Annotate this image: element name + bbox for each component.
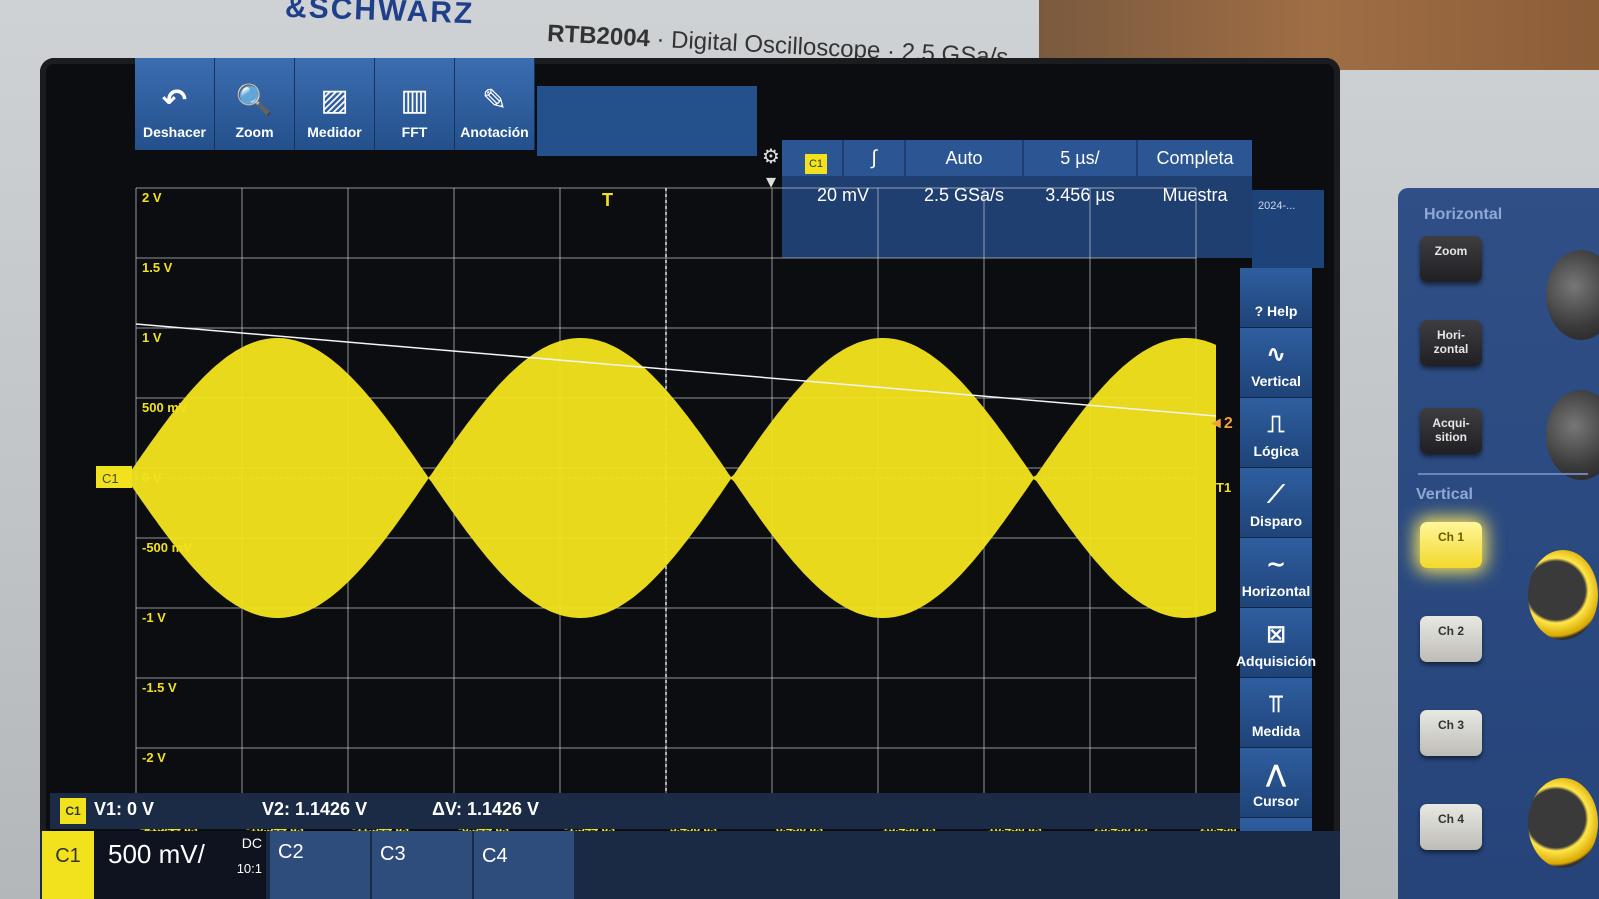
y-axis-label: -500 mV: [142, 540, 192, 555]
trigger-button[interactable]: ⟋ Disparo: [1240, 468, 1312, 538]
y-axis-label: 1 V: [142, 330, 162, 345]
display-screen: ↶ Deshacer 🔍 Zoom ▨ Medidor ▥ FFT ✎ Anotación…: [40, 58, 1340, 899]
cursor-1-marker: T1: [1216, 480, 1231, 495]
annotation-button[interactable]: ✎ Anotación: [455, 58, 535, 150]
acquisition-hw-button[interactable]: Acqui- sition: [1420, 408, 1482, 454]
channel-tabs-row: C1 500 mV/ DC 10:1 C2 C3 C4: [40, 831, 1340, 899]
logic-label: Lógica: [1253, 443, 1299, 459]
waveform-plot[interactable]: 2 V 1.5 V 1 V 500 mV 0 V -500 mV -1 V -1.5 V -2 …: [96, 178, 1236, 838]
logic-button[interactable]: ⎍ Lógica: [1240, 398, 1312, 468]
zoom-hw-button[interactable]: Zoom: [1420, 236, 1482, 282]
meter-label: Medidor: [307, 124, 362, 140]
zoom-icon: 🔍: [235, 84, 274, 117]
horizontal-icon: ∼: [1265, 551, 1287, 578]
help-label: ? Help: [1254, 303, 1298, 319]
channel-1-tab[interactable]: C1: [42, 831, 94, 899]
y-axis-label: -1.5 V: [142, 680, 177, 695]
trigger-slope[interactable]: ∫: [844, 140, 904, 176]
help-button[interactable]: ? Help: [1240, 268, 1312, 328]
ch3-hw-button[interactable]: Ch 3: [1420, 710, 1482, 756]
bottom-status-bar: C1 V1: 0 V V2: 1.1426 V ΔV: 1.1426 V C1 …: [40, 793, 1340, 899]
undo-label: Deshacer: [142, 124, 207, 140]
channel-1-coupling: DC: [241, 835, 262, 851]
y-axis-label: -2 V: [142, 750, 166, 765]
cursor-readout-row: C1 V1: 0 V V2: 1.1426 V ΔV: 1.1426 V: [50, 793, 1240, 829]
trigger-mode[interactable]: Auto: [906, 140, 1022, 176]
fft-icon: ▥: [400, 84, 429, 117]
trigger-position-marker: T: [602, 190, 613, 210]
time-scale[interactable]: 5 µs/: [1024, 140, 1136, 176]
cursor-v2-readout: V2: 1.1426 V: [262, 799, 368, 819]
position-knob[interactable]: [1546, 250, 1599, 340]
measure-label: Medida: [1251, 723, 1301, 739]
hardware-control-panel: Horizontal Zoom Hori- zontal Acqui- siti…: [1398, 188, 1599, 899]
cursor-v1-readout: V1: 0 V: [94, 799, 155, 819]
horizontal-label: Horizontal: [1241, 583, 1311, 599]
horizontal-hw-button[interactable]: Hori- zontal: [1420, 320, 1482, 366]
cursor-2-marker: ◄2: [1208, 415, 1233, 432]
y-axis-label: 2 V: [142, 190, 162, 205]
trigger-source-tag: C1: [805, 154, 827, 174]
cursor-delta-readout: ΔV: 1.1426 V: [432, 799, 540, 819]
trigger-label: Disparo: [1249, 513, 1303, 529]
annotation-icon: ✎: [481, 84, 508, 117]
undo-icon: ↶: [161, 84, 188, 117]
top-toolbar: ↶ Deshacer 🔍 Zoom ▨ Medidor ▥ FFT ✎ Anotación: [135, 58, 535, 158]
channel-2-tab[interactable]: C2: [270, 831, 370, 899]
channel-1-scale[interactable]: 500 mV/ DC 10:1: [94, 831, 266, 899]
meter-icon: ▨: [320, 84, 349, 117]
measure-button[interactable]: ⫪ Medida: [1240, 678, 1312, 748]
y-axis-label: 500 mV: [142, 400, 188, 415]
position-knob-vertical[interactable]: [1528, 550, 1598, 640]
cursor-channel-tag: C1: [60, 798, 86, 824]
horizontal-button[interactable]: ∼ Horizontal: [1240, 538, 1312, 608]
zoom-button[interactable]: 🔍 Zoom: [215, 58, 295, 150]
ch2-hw-button[interactable]: Ch 2: [1420, 616, 1482, 662]
horizontal-section-label: Horizontal: [1424, 206, 1503, 223]
waveform-envelope: [126, 338, 1216, 618]
channel-1-scale-value: 500 mV/: [108, 839, 205, 869]
logic-icon: ⎍: [1267, 411, 1285, 438]
acquisition-label: Adquisición: [1235, 653, 1317, 669]
vertical-icon: ∿: [1265, 341, 1287, 368]
cursor-icon: ⋀: [1265, 761, 1287, 788]
fft-label: FFT: [401, 124, 428, 140]
ch1-hw-button[interactable]: Ch 1: [1420, 522, 1482, 568]
channel-4-tab[interactable]: C4: [474, 831, 574, 899]
y-axis-label: -1 V: [142, 610, 166, 625]
annotation-label: Anotación: [460, 124, 529, 140]
section-divider: [1418, 473, 1588, 475]
channel-1-marker-label: C1: [102, 471, 119, 486]
date-display: 2024-...: [1252, 190, 1324, 268]
model-name: RTB2004: [546, 20, 651, 53]
vertical-section-label: Vertical: [1416, 486, 1473, 503]
scale-knob-vertical[interactable]: [1528, 778, 1598, 868]
meter-button[interactable]: ▨ Medidor: [295, 58, 375, 150]
fft-button[interactable]: ▥ FFT: [375, 58, 455, 150]
zoom-label: Zoom: [235, 124, 274, 140]
side-menu: ? Help ∿ Vertical ⎍ Lógica ⟋ Disparo ∼ Horizonta…: [1236, 268, 1316, 878]
acquisition-icon: ⊠: [1265, 621, 1287, 648]
ch4-hw-button[interactable]: Ch 4: [1420, 804, 1482, 850]
y-axis-label: 1.5 V: [142, 260, 173, 275]
trigger-icon: ⟋: [1267, 481, 1285, 508]
channel-3-tab[interactable]: C3: [372, 831, 472, 899]
y-axis-label: 0 V: [142, 470, 162, 485]
undo-button[interactable]: ↶ Deshacer: [135, 58, 215, 150]
vertical-label: Vertical: [1251, 373, 1301, 389]
channel-1-probe-ratio: 10:1: [236, 861, 262, 876]
acquisition-button[interactable]: ⊠ Adquisición: [1236, 608, 1316, 678]
scale-knob-horizontal[interactable]: [1546, 390, 1599, 480]
toolbar-empty-area: [537, 86, 757, 156]
vertical-button[interactable]: ∿ Vertical: [1240, 328, 1312, 398]
acquisition-mode[interactable]: Completa: [1138, 140, 1252, 176]
measure-icon: ⫪: [1269, 691, 1283, 718]
